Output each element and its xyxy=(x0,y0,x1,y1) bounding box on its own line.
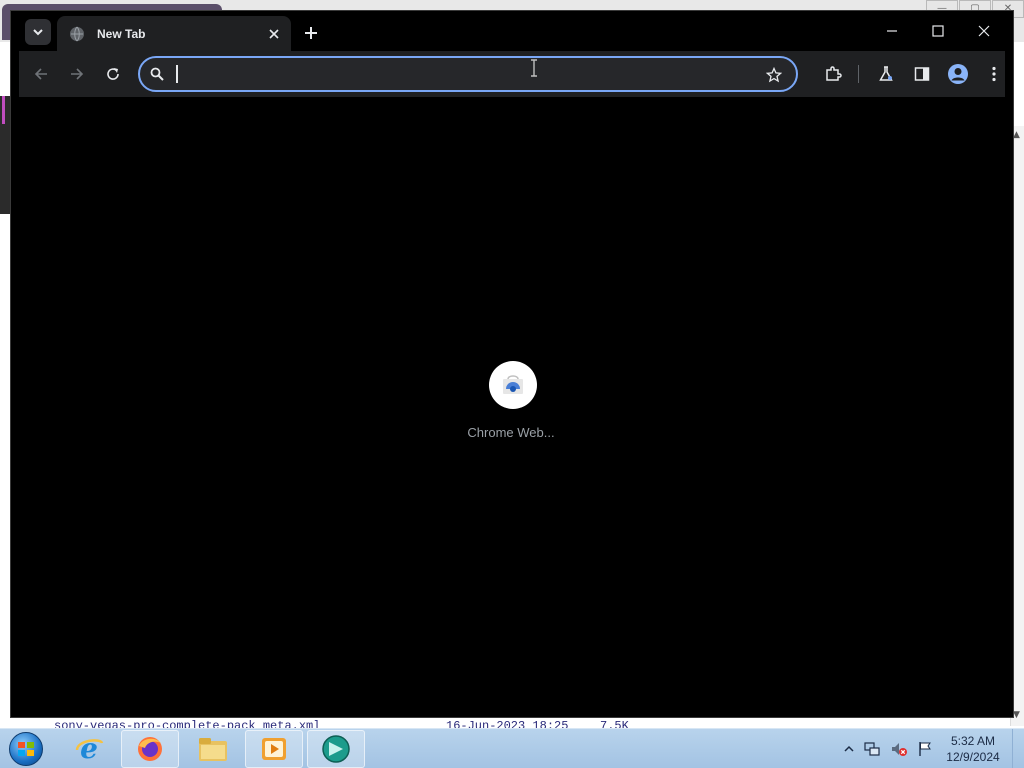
scroll-up-arrow-icon[interactable]: ▲ xyxy=(1013,130,1020,140)
more-vertical-icon xyxy=(992,66,996,82)
close-icon xyxy=(269,28,279,39)
side-panel-button[interactable] xyxy=(908,60,936,88)
windows-logo-icon xyxy=(9,732,43,766)
tab-close-button[interactable] xyxy=(263,23,285,45)
show-hidden-icons-icon[interactable] xyxy=(844,744,854,754)
search-icon xyxy=(150,67,164,81)
new-tab-button[interactable] xyxy=(299,21,323,45)
internet-explorer-icon: e xyxy=(75,734,104,764)
shortcut-label: Chrome Web... xyxy=(467,425,555,440)
firefox-icon xyxy=(138,737,162,761)
bookmark-star-button[interactable] xyxy=(764,65,784,85)
folder-icon xyxy=(199,738,227,761)
avatar-icon xyxy=(948,64,968,84)
web-store-icon xyxy=(503,375,523,394)
toolbar-separator xyxy=(858,65,859,83)
show-desktop-button[interactable] xyxy=(1012,729,1024,768)
shortcut-tile[interactable] xyxy=(489,361,537,409)
menu-button[interactable] xyxy=(980,60,1008,88)
maximize-icon xyxy=(932,25,944,37)
reload-button[interactable] xyxy=(99,60,127,88)
chevron-down-icon xyxy=(33,29,43,36)
profile-button[interactable] xyxy=(944,60,972,88)
labs-button[interactable] xyxy=(872,60,900,88)
shortcut-chrome-web-store[interactable]: Chrome Web... xyxy=(449,359,573,449)
background-left-strip xyxy=(0,96,10,214)
system-clock[interactable]: 5:32 AM 12/9/2024 xyxy=(940,733,1006,765)
extensions-button[interactable] xyxy=(819,60,847,88)
svg-text:e: e xyxy=(80,734,98,764)
start-button[interactable] xyxy=(4,730,48,768)
globe-icon xyxy=(69,26,85,42)
scroll-down-arrow-icon[interactable]: ▼ xyxy=(1013,710,1020,720)
arrow-right-icon xyxy=(71,68,84,80)
arrow-left-icon xyxy=(34,68,47,80)
browser-toolbar xyxy=(19,51,1005,97)
address-bar[interactable] xyxy=(138,56,798,92)
taskbar-app-internet-explorer[interactable]: e xyxy=(60,730,118,768)
chrome-window: New Tab Chrome Web... xyxy=(10,10,1014,718)
address-input[interactable] xyxy=(172,63,732,85)
puzzle-icon xyxy=(826,66,842,81)
text-caret xyxy=(176,65,178,83)
maximize-button[interactable] xyxy=(915,15,961,47)
minimize-button[interactable] xyxy=(869,15,915,47)
taskbar-app-media-player[interactable] xyxy=(245,730,303,768)
forward-button[interactable] xyxy=(63,60,91,88)
close-icon xyxy=(978,25,990,37)
star-icon xyxy=(766,67,782,83)
system-tray xyxy=(844,737,932,761)
reload-icon xyxy=(107,68,119,80)
text-cursor-ibeam-icon xyxy=(531,59,537,77)
taskbar-app-explorer[interactable] xyxy=(184,730,242,768)
taskbar-app-chrome[interactable] xyxy=(307,730,365,768)
plus-icon xyxy=(305,27,317,39)
volume-muted-icon[interactable] xyxy=(890,741,908,757)
back-button[interactable] xyxy=(27,60,55,88)
taskbar: e 5:32 AM 12/9/2024 xyxy=(0,728,1024,768)
taskbar-app-firefox[interactable] xyxy=(121,730,179,768)
flask-icon xyxy=(879,66,893,81)
chrome-app-icon xyxy=(322,735,350,763)
network-icon[interactable] xyxy=(864,741,880,757)
close-window-button[interactable] xyxy=(961,15,1007,47)
media-player-icon xyxy=(262,738,286,760)
tab-search-button[interactable] xyxy=(25,19,51,45)
clock-time: 5:32 AM xyxy=(950,734,996,748)
side-panel-icon xyxy=(914,67,930,81)
clock-date: 12/9/2024 xyxy=(946,750,1000,764)
tab-new-tab[interactable]: New Tab xyxy=(57,16,291,51)
tab-title: New Tab xyxy=(97,26,146,41)
action-center-flag-icon[interactable] xyxy=(918,741,932,757)
new-tab-page: Chrome Web... xyxy=(19,97,1005,709)
title-bar: New Tab xyxy=(11,11,1013,51)
minimize-icon xyxy=(887,30,897,32)
